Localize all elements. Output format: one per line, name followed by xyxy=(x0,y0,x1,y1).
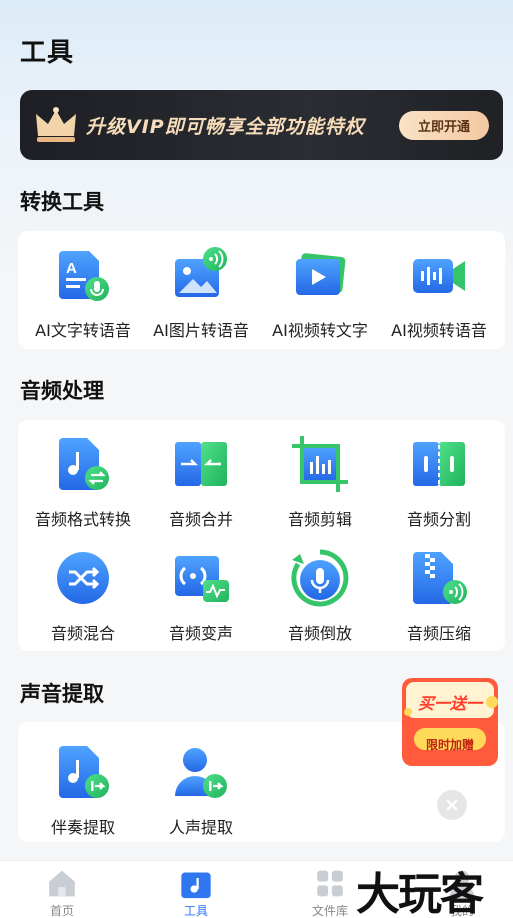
section-title-audio: 音频处理 xyxy=(20,379,104,403)
vip-promo-text: 升级VIP即可畅享全部功能特权 xyxy=(86,116,365,138)
image-to-speech-icon xyxy=(175,247,227,297)
audio-cut-icon xyxy=(292,436,348,492)
audio-split-icon xyxy=(413,438,465,490)
tool-vocal-extract[interactable]: 人声提取 xyxy=(142,742,260,842)
tool-audio-format-convert[interactable]: 音频格式转换 xyxy=(24,434,142,534)
audio-merge-icon xyxy=(175,442,227,486)
tool-label: AI文字转语音 xyxy=(35,321,131,340)
tool-label: AI视频转语音 xyxy=(391,321,487,340)
promo-bottom-text: 限时加赠 xyxy=(425,738,474,752)
tool-label: 音频倒放 xyxy=(287,624,352,643)
audio-format-convert-icon xyxy=(59,438,109,490)
tool-label: 人声提取 xyxy=(168,818,233,837)
voice-change-icon xyxy=(175,556,229,602)
tool-label: 音频混合 xyxy=(50,624,115,643)
video-to-text-icon xyxy=(296,253,346,295)
tool-image-to-speech[interactable]: AI图片转语音 xyxy=(142,245,260,345)
promo-top-text: 买一送一 xyxy=(417,694,482,713)
tool-video-to-text[interactable]: AI视频转文字 xyxy=(261,245,379,345)
convert-tools-card: A AI文字转语音 AI图片转语音 AI视频转文字 AI视频转语音 xyxy=(18,231,505,349)
files-icon xyxy=(317,870,343,897)
tool-label: 音频合并 xyxy=(168,510,233,529)
tool-label: AI图片转语音 xyxy=(153,321,249,340)
tool-audio-split[interactable]: 音频分割 xyxy=(380,434,498,534)
audio-mix-icon xyxy=(57,552,109,604)
tool-label: AI视频转文字 xyxy=(272,321,368,340)
tool-accompaniment-extract[interactable]: 伴奏提取 xyxy=(24,742,142,842)
text-to-speech-icon: A xyxy=(59,251,109,301)
section-title-extract: 声音提取 xyxy=(20,682,104,706)
section-title-convert: 转换工具 xyxy=(20,190,104,214)
watermark-text: 大玩客 xyxy=(356,869,484,918)
open-vip-button[interactable]: 立即开通 xyxy=(399,111,489,140)
tool-audio-cut[interactable]: 音频剪辑 xyxy=(261,434,379,534)
promo-close-button[interactable] xyxy=(437,790,467,820)
tool-label: 音频变声 xyxy=(168,624,233,643)
crown-icon xyxy=(36,107,76,142)
tools-icon xyxy=(181,872,211,899)
audio-tools-card: 音频格式转换 音频合并 音频剪辑 音频分割 音频混合 音频变声 音频倒放 音频压… xyxy=(18,420,505,651)
tool-label: 音频格式转换 xyxy=(34,510,131,529)
nav-label: 文件库 xyxy=(311,904,348,918)
tool-voice-change[interactable]: 音频变声 xyxy=(142,548,260,648)
tool-audio-compress[interactable]: 音频压缩 xyxy=(380,548,498,648)
tool-audio-merge[interactable]: 音频合并 xyxy=(142,434,260,534)
video-to-speech-icon xyxy=(413,259,465,293)
tool-label: 音频剪辑 xyxy=(287,510,352,529)
tool-label: 音频压缩 xyxy=(406,624,471,643)
close-icon xyxy=(446,799,458,811)
nav-item-home[interactable]: 首页 xyxy=(22,867,102,918)
tool-audio-reverse[interactable]: 音频倒放 xyxy=(261,548,379,648)
nav-label: 工具 xyxy=(183,904,208,918)
audio-reverse-icon xyxy=(291,549,349,607)
tool-label: 音频分割 xyxy=(406,510,471,529)
vip-banner[interactable]: 升级VIP即可畅享全部功能特权 立即开通 xyxy=(20,90,503,160)
vocal-extract-icon xyxy=(175,748,227,798)
svg-text:A: A xyxy=(66,260,77,277)
gift-box-icon xyxy=(402,678,498,766)
nav-label: 首页 xyxy=(49,904,74,918)
tool-video-to-speech[interactable]: AI视频转语音 xyxy=(380,245,498,345)
home-icon xyxy=(49,870,75,897)
tool-text-to-speech[interactable]: A AI文字转语音 xyxy=(24,245,142,345)
audio-compress-icon xyxy=(413,552,467,604)
tool-audio-mix[interactable]: 音频混合 xyxy=(24,548,142,648)
accompaniment-extract-icon xyxy=(59,746,109,798)
nav-item-tools[interactable]: 工具 xyxy=(156,867,236,918)
promo-widget[interactable]: 买一送一 限时加赠 xyxy=(400,672,500,770)
page-title: 工具 xyxy=(20,38,75,68)
tool-label: 伴奏提取 xyxy=(50,818,115,837)
